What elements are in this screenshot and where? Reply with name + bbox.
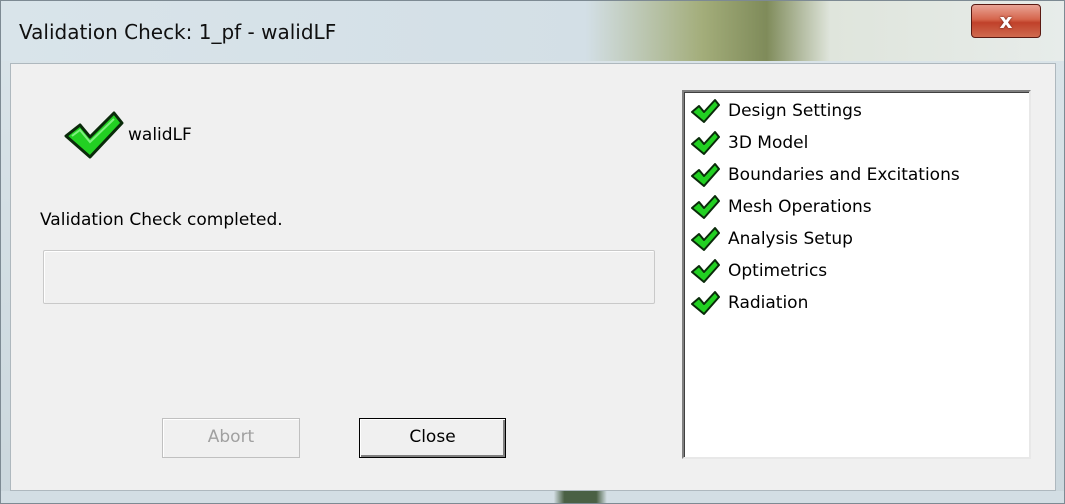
- check-label: Boundaries and Excitations: [728, 165, 960, 185]
- design-check-icon: [64, 111, 124, 159]
- list-item[interactable]: Design Settings: [690, 96, 1020, 126]
- list-item[interactable]: Radiation: [690, 288, 1020, 318]
- validation-dialog: Validation Check: 1_pf - walidLF x walid…: [0, 0, 1065, 504]
- design-name: walidLF: [128, 125, 192, 145]
- list-item[interactable]: Optimetrics: [690, 256, 1020, 286]
- window-close-button[interactable]: x: [971, 4, 1041, 38]
- dialog-body: walidLF Validation Check completed. Abor…: [10, 63, 1056, 491]
- check-label: Radiation: [728, 293, 809, 313]
- green-check-icon: [691, 259, 720, 283]
- status-text: Validation Check completed.: [40, 210, 283, 230]
- title-bar[interactable]: Validation Check: 1_pf - walidLF x: [1, 1, 1064, 61]
- validation-check-list[interactable]: Design Settings 3D Model Boundaries and …: [682, 90, 1031, 459]
- green-check-icon: [691, 291, 720, 315]
- close-button[interactable]: Close: [359, 418, 506, 458]
- check-label: Design Settings: [728, 101, 862, 121]
- abort-button[interactable]: Abort: [162, 418, 300, 458]
- check-label: Analysis Setup: [728, 229, 853, 249]
- list-item[interactable]: Analysis Setup: [690, 224, 1020, 254]
- green-check-icon: [691, 99, 720, 123]
- window-title: Validation Check: 1_pf - walidLF: [19, 20, 337, 44]
- progress-bar: [43, 250, 655, 304]
- green-check-icon: [691, 195, 720, 219]
- green-check-icon: [691, 163, 720, 187]
- list-item[interactable]: Mesh Operations: [690, 192, 1020, 222]
- list-item[interactable]: 3D Model: [690, 128, 1020, 158]
- green-check-icon: [691, 131, 720, 155]
- green-check-icon: [691, 227, 720, 251]
- window-bottom-border: [1, 491, 1064, 503]
- check-label: Mesh Operations: [728, 197, 872, 217]
- check-label: Optimetrics: [728, 261, 828, 281]
- list-item[interactable]: Boundaries and Excitations: [690, 160, 1020, 190]
- check-label: 3D Model: [728, 133, 809, 153]
